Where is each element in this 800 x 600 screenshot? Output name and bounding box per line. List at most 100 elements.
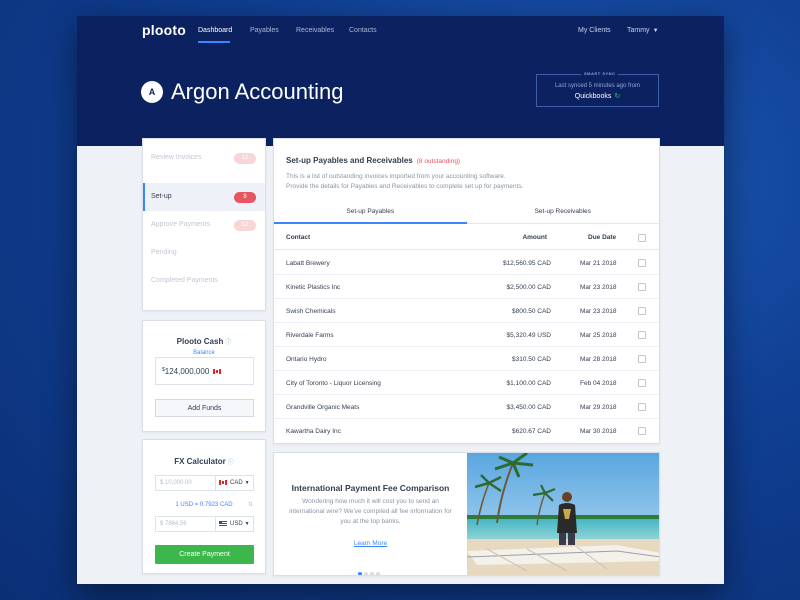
row-contact: Kawartha Dairy Inc [286,428,341,435]
sidebar-item-approve-payments[interactable]: Approve Payments 12 [143,211,265,239]
sidebar-item-label: Review Invoices [151,154,202,161]
row-due-date: Mar 23 2018 [580,284,617,291]
swap-icon[interactable]: ⇅ [248,501,253,508]
nav-dashboard[interactable]: Dashboard [198,27,232,34]
setup-title: Set-up Payables and Receivables (8 outsta… [286,156,460,165]
row-amount: $5,320.49 USD [506,332,551,339]
row-due-date: Mar 21 2018 [580,260,617,267]
promo-description: Wondering how much it will cost you to s… [289,498,452,525]
row-checkbox[interactable] [638,259,646,267]
info-icon[interactable]: ⓘ [228,460,234,466]
balance-value: 124,000,000 [164,367,210,376]
row-contact: City of Toronto - Liquor Licensing [286,380,381,387]
fx-title: FX Calculator ⓘ [143,457,265,466]
fx-from-amount[interactable]: $ 10,000.00 [160,480,192,486]
sync-status: Last synced 5 minutes ago from [554,83,641,89]
create-payment-button[interactable]: Create Payment [155,545,254,564]
nav-active-indicator [198,41,230,43]
chevron-down-icon: ▼ [244,480,250,486]
table-row[interactable]: Kawartha Dairy Inc $620.67 CAD Mar 30 20… [274,419,659,443]
row-checkbox[interactable] [638,355,646,363]
cash-title-text: Plooto Cash [176,337,224,346]
balance-label: Balance [193,350,215,356]
row-contact: Riverdale Farms [286,332,334,339]
canada-flag-icon [213,369,222,375]
row-amount: $1,100.00 CAD [506,380,551,387]
row-checkbox[interactable] [638,307,646,315]
plooto-cash-card: Plooto Cash ⓘ Balance $124,000,000 Add Fu… [142,320,266,432]
fx-from-currency: CAD [230,480,243,486]
sidebar-item-setup[interactable]: Set-up 8 [143,183,265,211]
sync-source: Quickbooks ↻ [537,92,658,100]
plooto-logo[interactable]: plooto [142,22,186,38]
setup-desc-line-1: This is a list of outstanding invoices i… [286,173,506,180]
fx-from-currency-select[interactable]: CAD ▼ [215,476,253,490]
fx-calculator-card: FX Calculator ⓘ $ 10,000.00 CAD ▼ 1 USD = … [142,439,266,574]
table-row[interactable]: Ontario Hydro $310.50 CAD Mar 28 2018 [274,347,659,371]
chevron-down-icon: ▼ [244,521,250,527]
carousel-dot[interactable] [364,572,368,575]
table-row[interactable]: Grandville Organic Meats $3,450.00 CAD M… [274,395,659,419]
row-contact: Kinetic Plastics Inc [286,284,341,291]
row-amount: $2,500.00 CAD [506,284,551,291]
fx-title-text: FX Calculator [174,457,226,466]
sidebar-item-label: Completed Payments [151,277,218,284]
count-badge: 12 [234,220,256,231]
page-title: Argon Accounting [171,79,344,104]
column-due-date[interactable]: Due Date [588,234,616,241]
row-due-date: Mar 25 2018 [580,332,617,339]
table-row[interactable]: Labatt Brewery $12,560.95 CAD Mar 21 201… [274,251,659,275]
nav-contacts[interactable]: Contacts [349,27,377,34]
canada-flag-icon [219,479,227,485]
column-amount[interactable]: Amount [522,234,547,241]
nav-payables[interactable]: Payables [250,27,279,34]
tab-setup-payables[interactable]: Set-up Payables [274,201,467,224]
my-clients-link[interactable]: My Clients [578,27,611,34]
fx-rate: 1 USD = 0.7923 CAD [175,502,233,508]
fx-to-currency: USD [230,521,243,527]
refresh-icon[interactable]: ↻ [614,93,620,100]
header-banner: plooto Dashboard Payables Receivables Co… [77,16,724,146]
table-row[interactable]: Swish Chemicals $800.50 CAD Mar 23 2018 [274,299,659,323]
smart-sync-tag: SMART SYNC [581,71,619,76]
row-checkbox[interactable] [638,403,646,411]
top-nav: plooto Dashboard Payables Receivables Co… [77,16,724,46]
outstanding-count: (8 outstanding) [416,158,461,165]
fx-from-input[interactable]: $ 10,000.00 CAD ▼ [155,475,254,491]
fx-to-input[interactable]: $ 7864.56 USD ▼ [155,516,254,532]
row-amount: $3,450.00 CAD [506,404,551,411]
carousel-dot[interactable] [376,572,380,575]
row-contact: Ontario Hydro [286,356,327,363]
row-checkbox[interactable] [638,427,646,435]
info-icon[interactable]: ⓘ [225,340,231,346]
fx-to-currency-select[interactable]: USD ▼ [215,517,253,531]
tab-setup-receivables[interactable]: Set-up Receivables [467,201,660,224]
table-row[interactable]: City of Toronto - Liquor Licensing $1,10… [274,371,659,395]
learn-more-link[interactable]: Learn More [274,540,467,547]
sidebar-item-pending[interactable]: Pending [143,239,265,267]
sidebar-item-review-invoices[interactable]: Review Invoices 12 [143,144,265,172]
fx-to-amount[interactable]: $ 7864.56 [160,521,187,527]
sidebar-item-label: Pending [151,249,177,256]
column-contact[interactable]: Contact [286,234,310,241]
table-header: Contact Amount Due Date [274,225,659,250]
carousel-dot[interactable] [358,572,362,575]
table-row[interactable]: Kinetic Plastics Inc $2,500.00 CAD Mar 2… [274,275,659,299]
us-flag-icon [219,520,227,526]
carousel-dot[interactable] [370,572,374,575]
table-row[interactable]: Riverdale Farms $5,320.49 USD Mar 25 201… [274,323,659,347]
sidebar-item-completed-payments[interactable]: Completed Payments [143,267,265,295]
user-menu[interactable]: Tammy ▼ [627,27,659,34]
row-amount: $12,560.95 CAD [502,260,551,267]
row-amount: $310.50 CAD [511,356,551,363]
row-checkbox[interactable] [638,331,646,339]
add-funds-button[interactable]: Add Funds [155,399,254,417]
row-checkbox[interactable] [638,283,646,291]
smart-sync-panel: SMART SYNC Last synced 5 minutes ago fro… [536,71,659,107]
row-checkbox[interactable] [638,379,646,387]
nav-receivables[interactable]: Receivables [296,27,334,34]
count-badge: 12 [234,153,256,164]
select-all-checkbox[interactable] [638,234,646,242]
currency-symbol: $ [162,367,165,373]
carousel-dots [358,563,382,575]
